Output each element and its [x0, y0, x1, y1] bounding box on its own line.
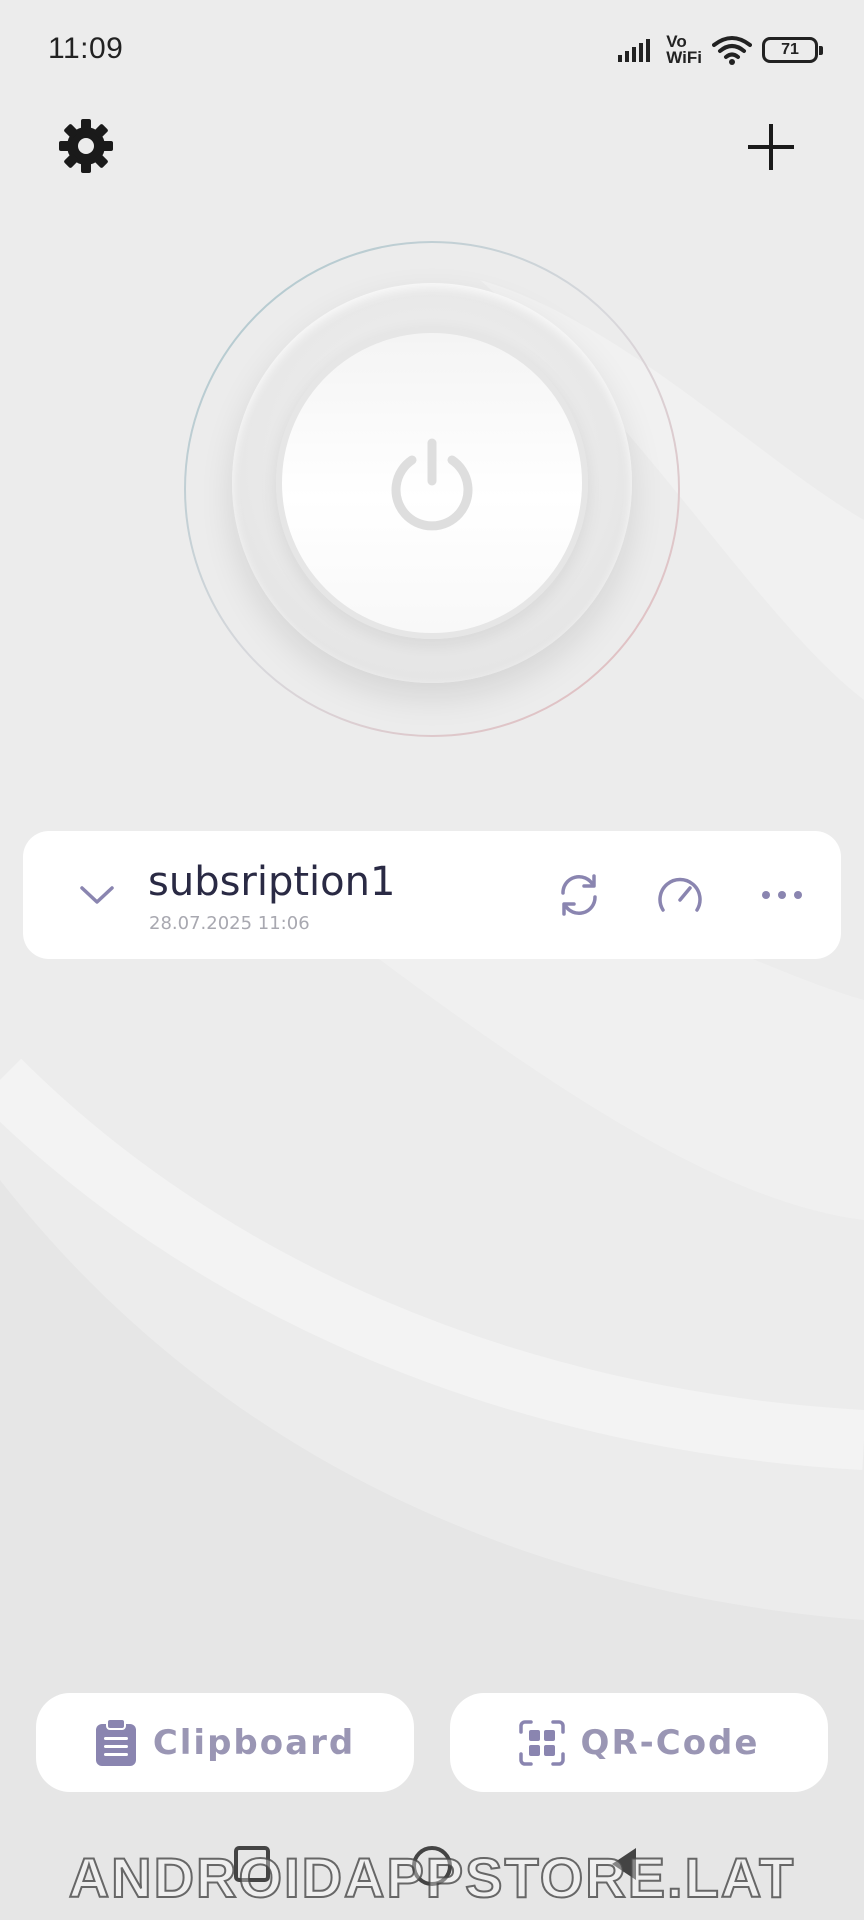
power-area	[177, 237, 687, 747]
refresh-button[interactable]	[551, 867, 607, 923]
status-bar: 11:09 Vo WiFi 71	[0, 0, 864, 100]
power-icon	[391, 438, 473, 531]
status-time: 11:09	[48, 32, 124, 65]
watermark-text: ANDROIDAPPSTORE.LAT	[68, 1845, 796, 1910]
clipboard-label: Clipboard	[152, 1722, 356, 1763]
speedtest-button[interactable]	[652, 867, 708, 923]
vowifi-icon: Vo WiFi	[666, 33, 702, 67]
battery-icon: 71	[762, 37, 823, 63]
vowifi-line2: WiFi	[666, 48, 702, 67]
battery-level: 71	[781, 41, 799, 58]
subscription-card[interactable]: subsription1 28.07.2025 11:06	[23, 831, 841, 959]
status-icons: Vo WiFi 71	[618, 30, 823, 70]
qr-scan-icon	[518, 1719, 565, 1766]
more-icon	[762, 891, 802, 899]
speedometer-icon	[658, 877, 702, 912]
refresh-icon	[561, 874, 597, 916]
gear-icon	[59, 119, 113, 173]
power-button[interactable]	[276, 327, 588, 639]
add-button[interactable]	[736, 112, 806, 182]
qr-code-button[interactable]: QR-Code	[450, 1693, 828, 1792]
clipboard-icon	[95, 1718, 136, 1766]
wifi-icon	[712, 36, 752, 65]
clipboard-button[interactable]: Clipboard	[36, 1693, 414, 1792]
expand-button[interactable]	[73, 875, 121, 915]
signal-icon	[618, 39, 651, 62]
qr-code-label: QR-Code	[580, 1722, 760, 1763]
chevron-down-icon	[80, 886, 114, 904]
subscription-date: 28.07.2025 11:06	[149, 913, 310, 934]
subscription-title: subsription1	[148, 859, 396, 905]
plus-icon	[748, 124, 794, 170]
more-button[interactable]	[754, 867, 810, 923]
settings-button[interactable]	[52, 112, 120, 180]
